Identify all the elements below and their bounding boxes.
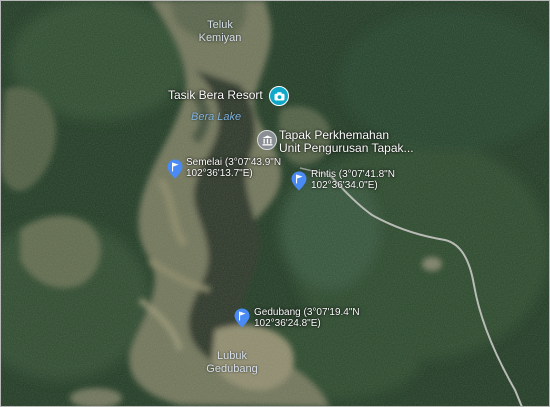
lake-label-bera: Bera Lake bbox=[191, 111, 242, 123]
poi-label-campsite[interactable]: Tapak Perkhemahan Unit Pengurusan Tapak.… bbox=[279, 129, 414, 155]
resort-marker[interactable] bbox=[269, 86, 289, 106]
pin-label-line: Semelai (3°07'43.9"N bbox=[186, 157, 282, 168]
gedubang-pin-marker[interactable] bbox=[234, 308, 250, 328]
pin-label-line: Gedubang (3°07'19.4"N bbox=[254, 307, 360, 318]
place-label-lubuk-gedubang: Lubuk Gedubang bbox=[206, 350, 257, 376]
place-label-line: Lubuk bbox=[217, 350, 247, 362]
pin-label-gedubang[interactable]: Gedubang (3°07'19.4"N 102°36'24.8"E) bbox=[254, 307, 360, 329]
poi-label-tasik-bera-resort[interactable]: Tasik Bera Resort bbox=[168, 89, 263, 102]
pin-label-semelai[interactable]: Semelai (3°07'43.9"N 102°36'13.7"E) bbox=[186, 157, 281, 179]
pin-label-line: 102°36'34.0"E) bbox=[311, 180, 378, 191]
pin-label-line: Rintis (3°07'41.8"N bbox=[311, 169, 395, 180]
place-label-line: Gedubang bbox=[206, 363, 258, 375]
pin-label-line: 102°36'13.7"E) bbox=[186, 168, 253, 179]
place-label-teluk-kemiyan: Teluk Kemiyan bbox=[199, 19, 242, 45]
campsite-marker[interactable] bbox=[257, 130, 277, 150]
satellite-imagery bbox=[0, 0, 550, 407]
pin-label-rintis[interactable]: Rintis (3°07'41.8"N 102°36'34.0"E) bbox=[311, 169, 395, 191]
place-label-line: Teluk bbox=[207, 19, 233, 31]
place-label-line: Kemiyan bbox=[198, 32, 242, 44]
camera-icon bbox=[274, 91, 284, 100]
poi-label-line: Unit Pengurusan Tapak... bbox=[279, 141, 414, 155]
pin-label-line: 102°36'24.8"E) bbox=[254, 318, 321, 329]
rintis-pin-marker[interactable] bbox=[291, 171, 307, 191]
satellite-map[interactable]: Teluk Kemiyan Lubuk Gedubang Bera Lake T… bbox=[0, 0, 550, 407]
semelai-pin-marker[interactable] bbox=[167, 159, 183, 179]
landmark-icon bbox=[262, 135, 272, 145]
